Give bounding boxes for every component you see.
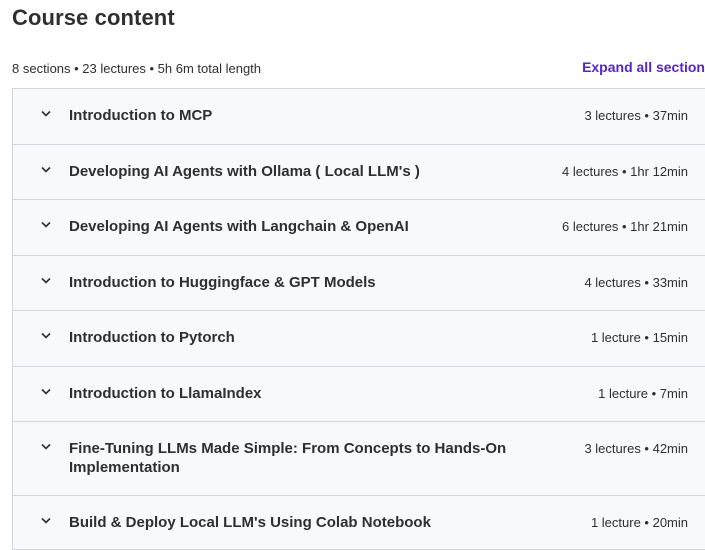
section-title: Introduction to Huggingface & GPT Models [69,274,376,291]
section-meta: 1 lecture • 15min [590,330,688,345]
section-title: Build & Deploy Local LLM's Using Colab N… [69,514,431,531]
chevron-down-icon [41,110,51,117]
section-meta: 1 lecture • 7min [598,386,688,401]
section-meta: 4 lectures • 33min [584,275,688,290]
chevron-down-icon [41,443,51,450]
section-item-1[interactable]: Introduction to MCP 3 lectures • 37min [13,89,705,145]
section-title: Developing AI Agents with Langchain & Op… [69,218,409,235]
section-meta: 4 lectures • 1hr 12min [562,164,688,179]
section-item-8[interactable]: Build & Deploy Local LLM's Using Colab N… [13,496,705,549]
section-title: Fine-Tuning LLMs Made Simple: From Conce… [69,440,507,476]
section-meta: 6 lectures • 1hr 21min [562,219,688,234]
chevron-down-icon [41,332,51,339]
section-meta: 3 lectures • 37min [584,108,688,123]
expand-all-sections-button[interactable]: Expand all section [582,59,705,75]
section-item-7[interactable]: Fine-Tuning LLMs Made Simple: From Conce… [13,422,705,496]
section-meta: 3 lectures • 42min [584,441,688,456]
section-title: Introduction to Pytorch [69,329,235,346]
chevron-down-icon [41,277,51,284]
section-title: Introduction to LlamaIndex [69,385,262,402]
page-title: Course content [12,5,175,30]
section-item-3[interactable]: Developing AI Agents with Langchain & Op… [13,200,705,256]
chevron-down-icon [41,517,51,524]
section-item-4[interactable]: Introduction to Huggingface & GPT Models… [13,256,705,311]
chevron-down-icon [41,221,51,228]
section-list: Introduction to MCP 3 lectures • 37min D… [12,88,705,550]
section-meta: 1 lecture • 20min [590,515,688,530]
section-item-6[interactable]: Introduction to LlamaIndex 1 lecture • 7… [13,367,705,422]
summary-row: 8 sections • 23 lectures • 5h 6m total l… [12,59,705,79]
section-item-2[interactable]: Developing AI Agents with Ollama ( Local… [13,145,705,200]
course-summary: 8 sections • 23 lectures • 5h 6m total l… [12,61,262,76]
section-item-5[interactable]: Introduction to Pytorch 1 lecture • 15mi… [13,311,705,367]
section-title: Introduction to MCP [69,107,213,124]
chevron-down-icon [41,166,51,173]
section-title: Developing AI Agents with Ollama ( Local… [69,163,420,180]
chevron-down-icon [41,388,51,395]
